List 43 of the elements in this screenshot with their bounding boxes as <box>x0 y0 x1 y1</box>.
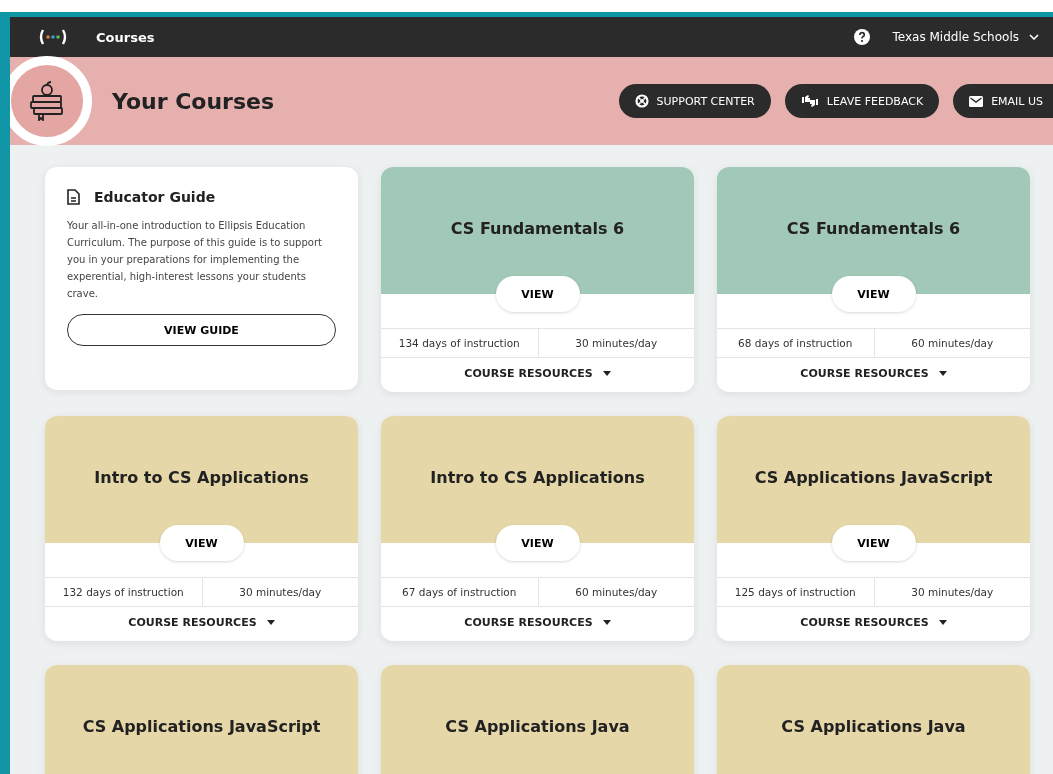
minutes-per-day: 30 minutes/day <box>873 578 1030 606</box>
page-title: Courses <box>96 29 155 45</box>
help-icon[interactable] <box>854 29 871 45</box>
guide-title: Educator Guide <box>94 189 216 205</box>
course-resources-dropdown[interactable]: COURSE RESOURCES <box>717 607 1030 637</box>
caret-down-icon <box>938 619 947 625</box>
view-button[interactable]: VIEW <box>495 525 580 561</box>
caret-down-icon <box>938 370 947 376</box>
course-resources-dropdown[interactable]: COURSE RESOURCES <box>45 607 358 637</box>
view-button[interactable]: VIEW <box>159 525 244 561</box>
course-title: CS Applications Java <box>781 717 966 738</box>
envelope-icon <box>969 95 984 107</box>
page-heading: Your Courses <box>112 88 275 114</box>
minutes-per-day: 30 minutes/day <box>201 578 358 606</box>
caret-down-icon <box>602 619 611 625</box>
course-title: CS Applications JavaScript <box>82 717 321 738</box>
view-guide-button[interactable]: VIEW GUIDE <box>67 314 336 346</box>
course-resources-dropdown[interactable]: COURSE RESOURCES <box>717 358 1030 388</box>
ellipsis-logo-icon[interactable] <box>38 29 68 45</box>
course-resources-dropdown[interactable]: COURSE RESOURCES <box>381 607 694 637</box>
days-of-instruction: 132 days of instruction <box>61 585 185 600</box>
chevron-down-icon <box>1029 34 1039 40</box>
organization-dropdown[interactable]: Texas Middle Schools <box>886 30 1045 44</box>
minutes-per-day: 30 minutes/day <box>537 329 694 357</box>
guide-description: Your all-in-one introduction to Ellipsis Education Curriculum. The purpose of this guide is to support you in your preparations for implementing the experential, high-interest lessons your students crave. <box>67 219 323 301</box>
banner-button[interactable]: LEAVE FEEDBACK <box>784 84 940 118</box>
banner-button[interactable]: EMAIL US <box>953 84 1053 118</box>
view-button[interactable]: VIEW <box>831 276 916 312</box>
lifebuoy-icon <box>634 94 649 108</box>
days-of-instruction: 134 days of instruction <box>397 336 521 351</box>
course-resources-dropdown[interactable]: COURSE RESOURCES <box>381 358 694 388</box>
days-of-instruction: 67 days of instruction <box>401 585 518 600</box>
view-button[interactable]: VIEW <box>831 525 916 561</box>
minutes-per-day: 60 minutes/day <box>873 329 1030 357</box>
banner-button[interactable]: SUPPORT CENTER <box>618 84 771 118</box>
days-of-instruction: 125 days of instruction <box>733 585 857 600</box>
minutes-per-day: 60 minutes/day <box>537 578 694 606</box>
days-of-instruction: 68 days of instruction <box>737 336 854 351</box>
course-title: CS Applications Java <box>445 717 630 738</box>
view-button[interactable]: VIEW <box>495 276 580 312</box>
caret-down-icon <box>266 619 275 625</box>
caret-down-icon <box>602 370 611 376</box>
document-icon <box>67 189 80 205</box>
